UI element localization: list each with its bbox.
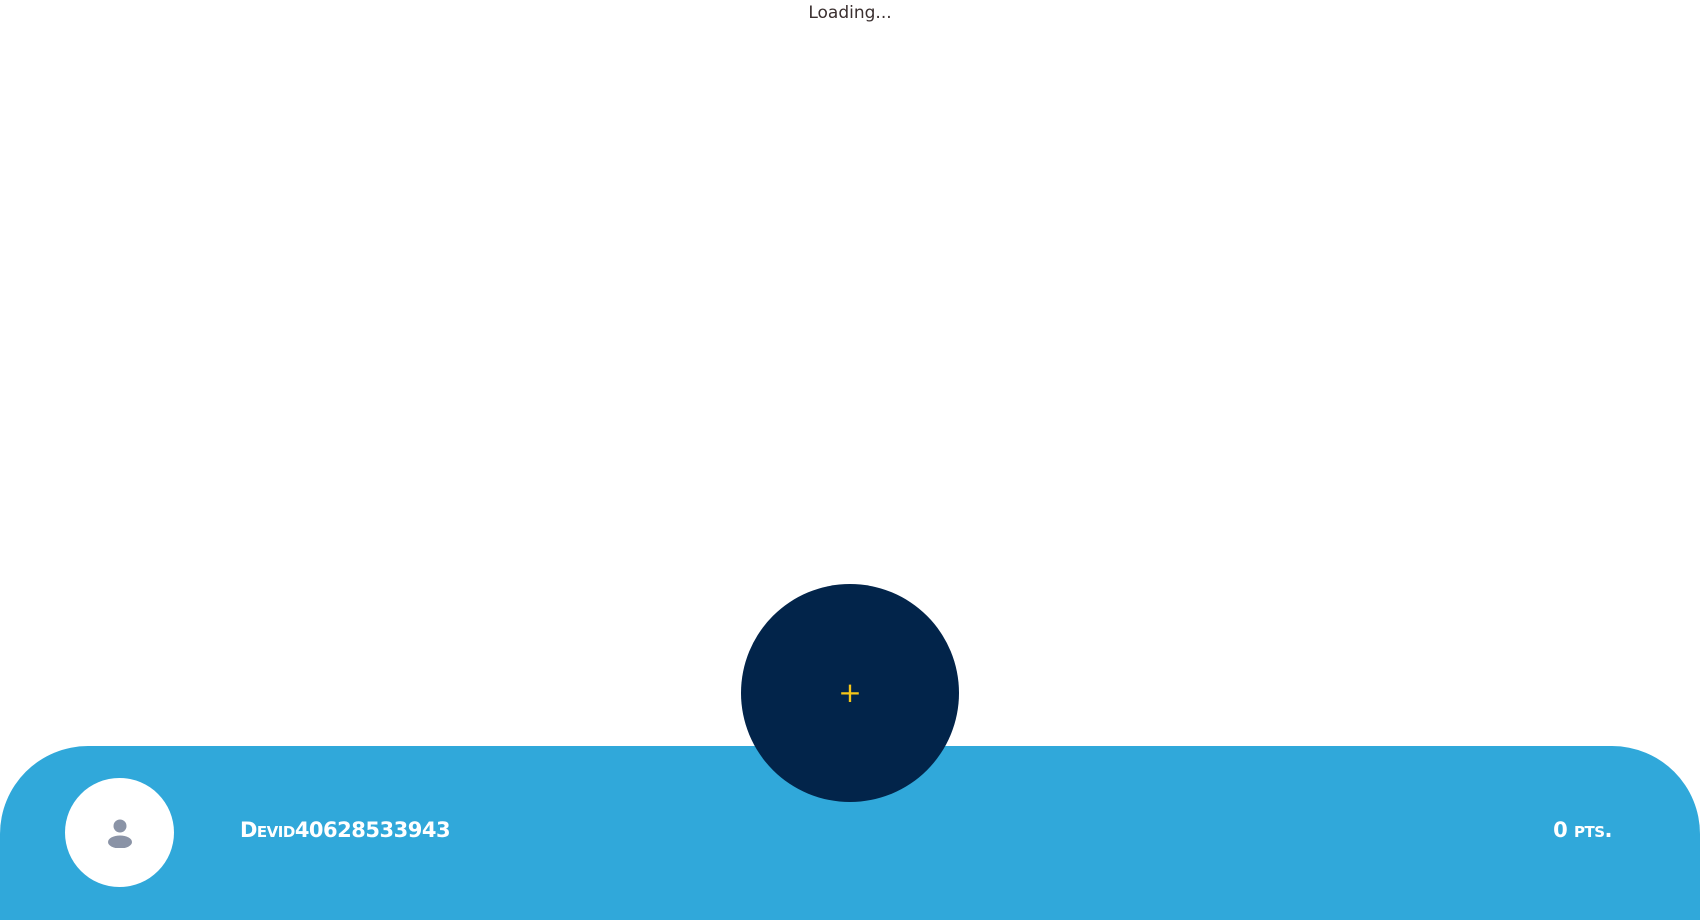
user-icon <box>107 819 132 848</box>
app-screen: Loading... Devid40628533943 0 pts. + <box>0 0 1700 920</box>
avatar[interactable] <box>65 778 174 887</box>
add-button[interactable]: + <box>741 584 959 802</box>
points-counter: 0 pts. <box>1553 818 1612 842</box>
loading-text: Loading... <box>808 3 892 23</box>
plus-icon: + <box>838 676 862 709</box>
username: Devid40628533943 <box>240 818 451 842</box>
